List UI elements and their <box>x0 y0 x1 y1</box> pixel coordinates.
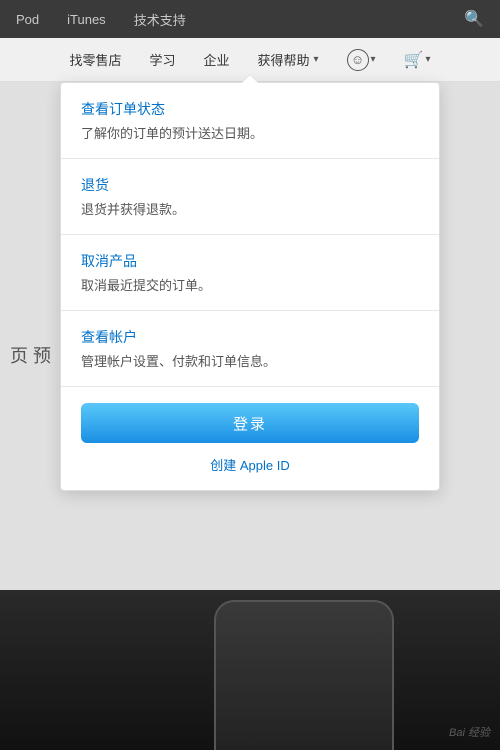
nav-get-help[interactable]: 获得帮助 ▾ <box>258 50 319 69</box>
account-chevron-icon: ▾ <box>371 54 376 65</box>
order-status-desc: 了解你的订单的预计送达日期。 <box>81 123 419 142</box>
device-image <box>214 600 394 750</box>
create-apple-id-link[interactable]: 创建 Apple ID <box>210 455 290 474</box>
account-dropdown: 查看订单状态 了解你的订单的预计送达日期。 退货 退货并获得退款。 取消产品 取… <box>60 82 440 491</box>
search-icon[interactable]: 🔍 <box>464 9 484 29</box>
cart-icon: 🛒 <box>404 50 424 70</box>
top-navigation: Pod iTunes 技术支持 🔍 <box>0 0 500 38</box>
top-nav-itunes[interactable]: iTunes <box>67 12 106 27</box>
nav-learning[interactable]: 学习 <box>149 50 175 69</box>
nav-enterprise[interactable]: 企业 <box>203 50 229 69</box>
top-nav-tech-support[interactable]: 技术支持 <box>134 10 186 29</box>
top-nav-items: Pod iTunes 技术支持 <box>16 10 186 29</box>
returns-desc: 退货并获得退款。 <box>81 199 419 218</box>
order-status-title: 查看订单状态 <box>81 99 419 119</box>
bottom-banner: Bai 经验 <box>0 590 500 750</box>
login-button[interactable]: 登录 <box>81 403 419 443</box>
apple-id-label: Apple ID <box>240 458 290 473</box>
dropdown-item-order-status[interactable]: 查看订单状态 了解你的订单的预计送达日期。 <box>61 83 439 159</box>
returns-title: 退货 <box>81 175 419 195</box>
cancel-product-desc: 取消最近提交的订单。 <box>81 275 419 294</box>
dropdown-arrow <box>242 75 258 83</box>
watermark: Bai 经验 <box>449 724 490 740</box>
create-apple-id-prefix: 创建 <box>210 458 236 473</box>
dropdown-actions: 登录 创建 Apple ID <box>61 387 439 490</box>
view-account-title: 查看帐户 <box>81 327 419 347</box>
top-nav-pod[interactable]: Pod <box>16 12 39 27</box>
chevron-down-icon: ▾ <box>314 54 319 65</box>
nav-find-store[interactable]: 找零售店 <box>69 50 121 69</box>
view-account-desc: 管理帐户设置、付款和订单信息。 <box>81 351 419 370</box>
account-menu-button[interactable]: ☺ ▾ <box>347 49 376 71</box>
dropdown-item-returns[interactable]: 退货 退货并获得退款。 <box>61 159 439 235</box>
cancel-product-title: 取消产品 <box>81 251 419 271</box>
dropdown-item-cancel-product[interactable]: 取消产品 取消最近提交的订单。 <box>61 235 439 311</box>
page-label: 页 预 <box>10 342 51 368</box>
cart-button[interactable]: 🛒 ▾ <box>404 50 431 70</box>
cart-chevron-icon: ▾ <box>426 54 431 65</box>
nav-get-help-label: 获得帮助 <box>258 50 310 69</box>
dropdown-item-view-account[interactable]: 查看帐户 管理帐户设置、付款和订单信息。 <box>61 311 439 387</box>
account-icon: ☺ <box>347 49 369 71</box>
